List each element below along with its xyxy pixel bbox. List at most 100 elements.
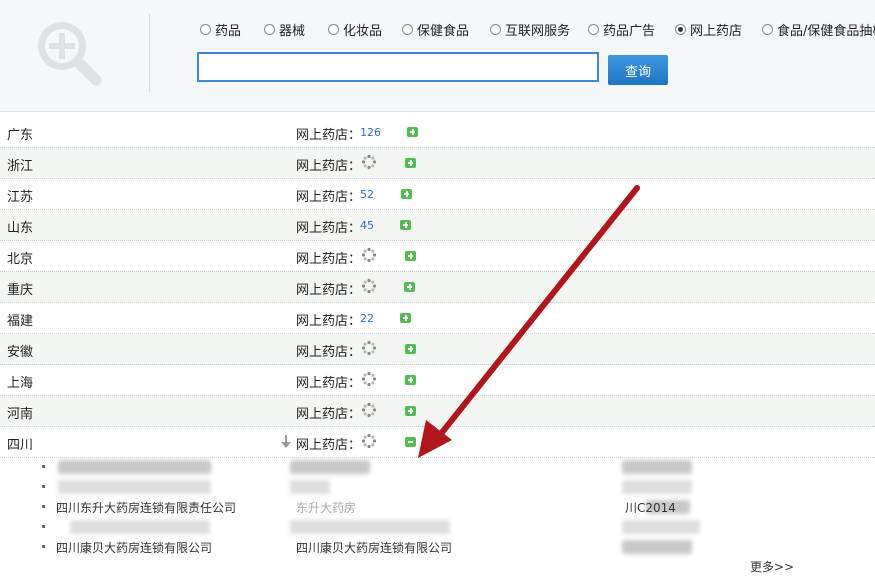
province-name: 安徽 (7, 345, 34, 360)
pharmacy-list-item (0, 477, 875, 497)
expand-icon[interactable] (405, 375, 416, 385)
redacted-text (58, 460, 211, 474)
online-pharmacy-label: 网上药店： (296, 252, 362, 267)
radio-option-0[interactable]: 药品 (200, 20, 241, 39)
loading-spinner-icon (361, 278, 377, 294)
radio-label: 网上药店 (690, 24, 743, 39)
online-pharmacy-label: 网上药店： (296, 221, 362, 236)
redacted-text (622, 540, 692, 554)
expand-icon[interactable] (401, 189, 412, 199)
expand-icon[interactable] (405, 158, 416, 168)
radio-circle-icon[interactable] (264, 24, 275, 35)
province-name: 河南 (7, 407, 34, 422)
radio-circle-icon[interactable] (675, 24, 686, 35)
radio-circle-icon[interactable] (588, 24, 599, 35)
province-row: 浙江 网上药店： (0, 148, 875, 179)
province-row: 福建 网上药店： 22 (0, 303, 875, 334)
province-name: 四川 (7, 438, 34, 453)
pharmacy-count[interactable]: 45 (360, 219, 374, 232)
expand-icon[interactable] (407, 127, 418, 137)
redacted-text (290, 520, 450, 534)
radio-option-2[interactable]: 化妆品 (328, 20, 382, 39)
radio-label: 药品广告 (603, 24, 656, 39)
pharmacy-count[interactable]: 126 (360, 126, 381, 139)
arrow-down-icon (281, 435, 291, 448)
province-name: 福建 (7, 314, 34, 329)
radio-circle-icon[interactable] (200, 24, 211, 35)
province-row: 河南 网上药店： (0, 396, 875, 427)
company-name[interactable]: 四川康贝大药房连锁有限公司 (56, 539, 212, 556)
redacted-text (70, 520, 210, 534)
bullet (42, 465, 45, 468)
online-pharmacy-label: 网上药店： (296, 407, 362, 422)
radio-option-3[interactable]: 保健食品 (402, 20, 469, 39)
pharmacy-list-item (0, 517, 875, 537)
radio-option-4[interactable]: 互联网服务 (490, 20, 570, 39)
online-pharmacy-label: 网上药店： (296, 345, 362, 360)
province-name: 山东 (7, 221, 34, 236)
radio-option-1[interactable]: 器械 (264, 20, 305, 39)
company-name[interactable]: 四川东升大药房连锁有限责任公司 (56, 499, 236, 516)
radio-label: 器械 (279, 24, 306, 39)
province-name: 广东 (7, 128, 34, 143)
loading-spinner-icon (361, 433, 377, 449)
radio-circle-icon[interactable] (762, 24, 773, 35)
province-name: 上海 (7, 376, 34, 391)
radio-option-5[interactable]: 药品广告 (588, 20, 655, 39)
loading-spinner-icon (361, 154, 377, 170)
radio-label: 互联网服务 (505, 24, 571, 39)
radio-circle-icon[interactable] (402, 24, 413, 35)
province-name: 北京 (7, 252, 34, 267)
loading-spinner-icon (361, 371, 377, 387)
online-pharmacy-label: 网上药店： (296, 438, 362, 453)
expand-icon[interactable] (405, 406, 416, 416)
redacted-text (622, 460, 692, 474)
loading-spinner-icon (361, 247, 377, 263)
redacted-text (290, 480, 330, 494)
province-row: 江苏 网上药店： 52 (0, 179, 875, 210)
radio-label: 保健食品 (417, 24, 470, 39)
redacted-text (290, 460, 370, 474)
online-pharmacy-label: 网上药店： (296, 190, 362, 205)
search-button[interactable]: 查询 (608, 55, 668, 85)
online-pharmacy-label: 网上药店： (296, 128, 362, 143)
bullet (42, 485, 45, 488)
province-row: 广东 网上药店： 126 (0, 117, 875, 148)
province-row: 上海 网上药店： (0, 365, 875, 396)
radio-option-6[interactable]: 网上药店 (675, 20, 742, 39)
province-row: 北京 网上药店： (0, 241, 875, 272)
redacted-text (622, 480, 692, 494)
expand-icon[interactable] (404, 282, 415, 292)
loading-spinner-icon (361, 340, 377, 356)
online-pharmacy-label: 网上药店： (296, 376, 362, 391)
province-row: 山东 网上药店： 45 (0, 210, 875, 241)
province-row: 重庆 网上药店： (0, 272, 875, 303)
collapse-icon[interactable] (405, 437, 416, 447)
radio-circle-icon[interactable] (328, 24, 339, 35)
pharmacy-count[interactable]: 52 (360, 188, 374, 201)
province-row: 四川 网上药店： (0, 427, 875, 458)
radio-option-7[interactable]: 食品/保健食品抽检 (762, 20, 875, 39)
shop-name: 四川康贝大药房连锁有限公司 (296, 541, 453, 555)
header-divider (149, 14, 150, 92)
magnifier-plus-icon (38, 22, 102, 86)
expand-icon[interactable] (400, 220, 411, 230)
more-link[interactable]: 更多>> (750, 558, 794, 575)
expand-icon[interactable] (405, 251, 416, 261)
online-pharmacy-label: 网上药店： (296, 314, 362, 329)
pharmacy-count[interactable]: 22 (360, 312, 374, 325)
redacted-text (58, 480, 211, 494)
radio-circle-icon[interactable] (490, 24, 501, 35)
online-pharmacy-label: 网上药店： (296, 159, 362, 174)
expand-icon[interactable] (405, 344, 416, 354)
expand-icon[interactable] (400, 313, 411, 323)
province-row: 安徽 网上药店： (0, 334, 875, 365)
bullet (42, 525, 45, 528)
search-header: 药品 器械 化妆品 保健食品 互联网服务 药品广告 网上药店 食品/保健食品抽检 查询 (0, 0, 875, 112)
loading-spinner-icon (361, 402, 377, 418)
radio-label: 化妆品 (343, 24, 383, 39)
bullet (42, 505, 45, 508)
pharmacy-list-item (0, 457, 875, 477)
search-input[interactable] (197, 52, 599, 82)
province-name: 江苏 (7, 190, 34, 205)
